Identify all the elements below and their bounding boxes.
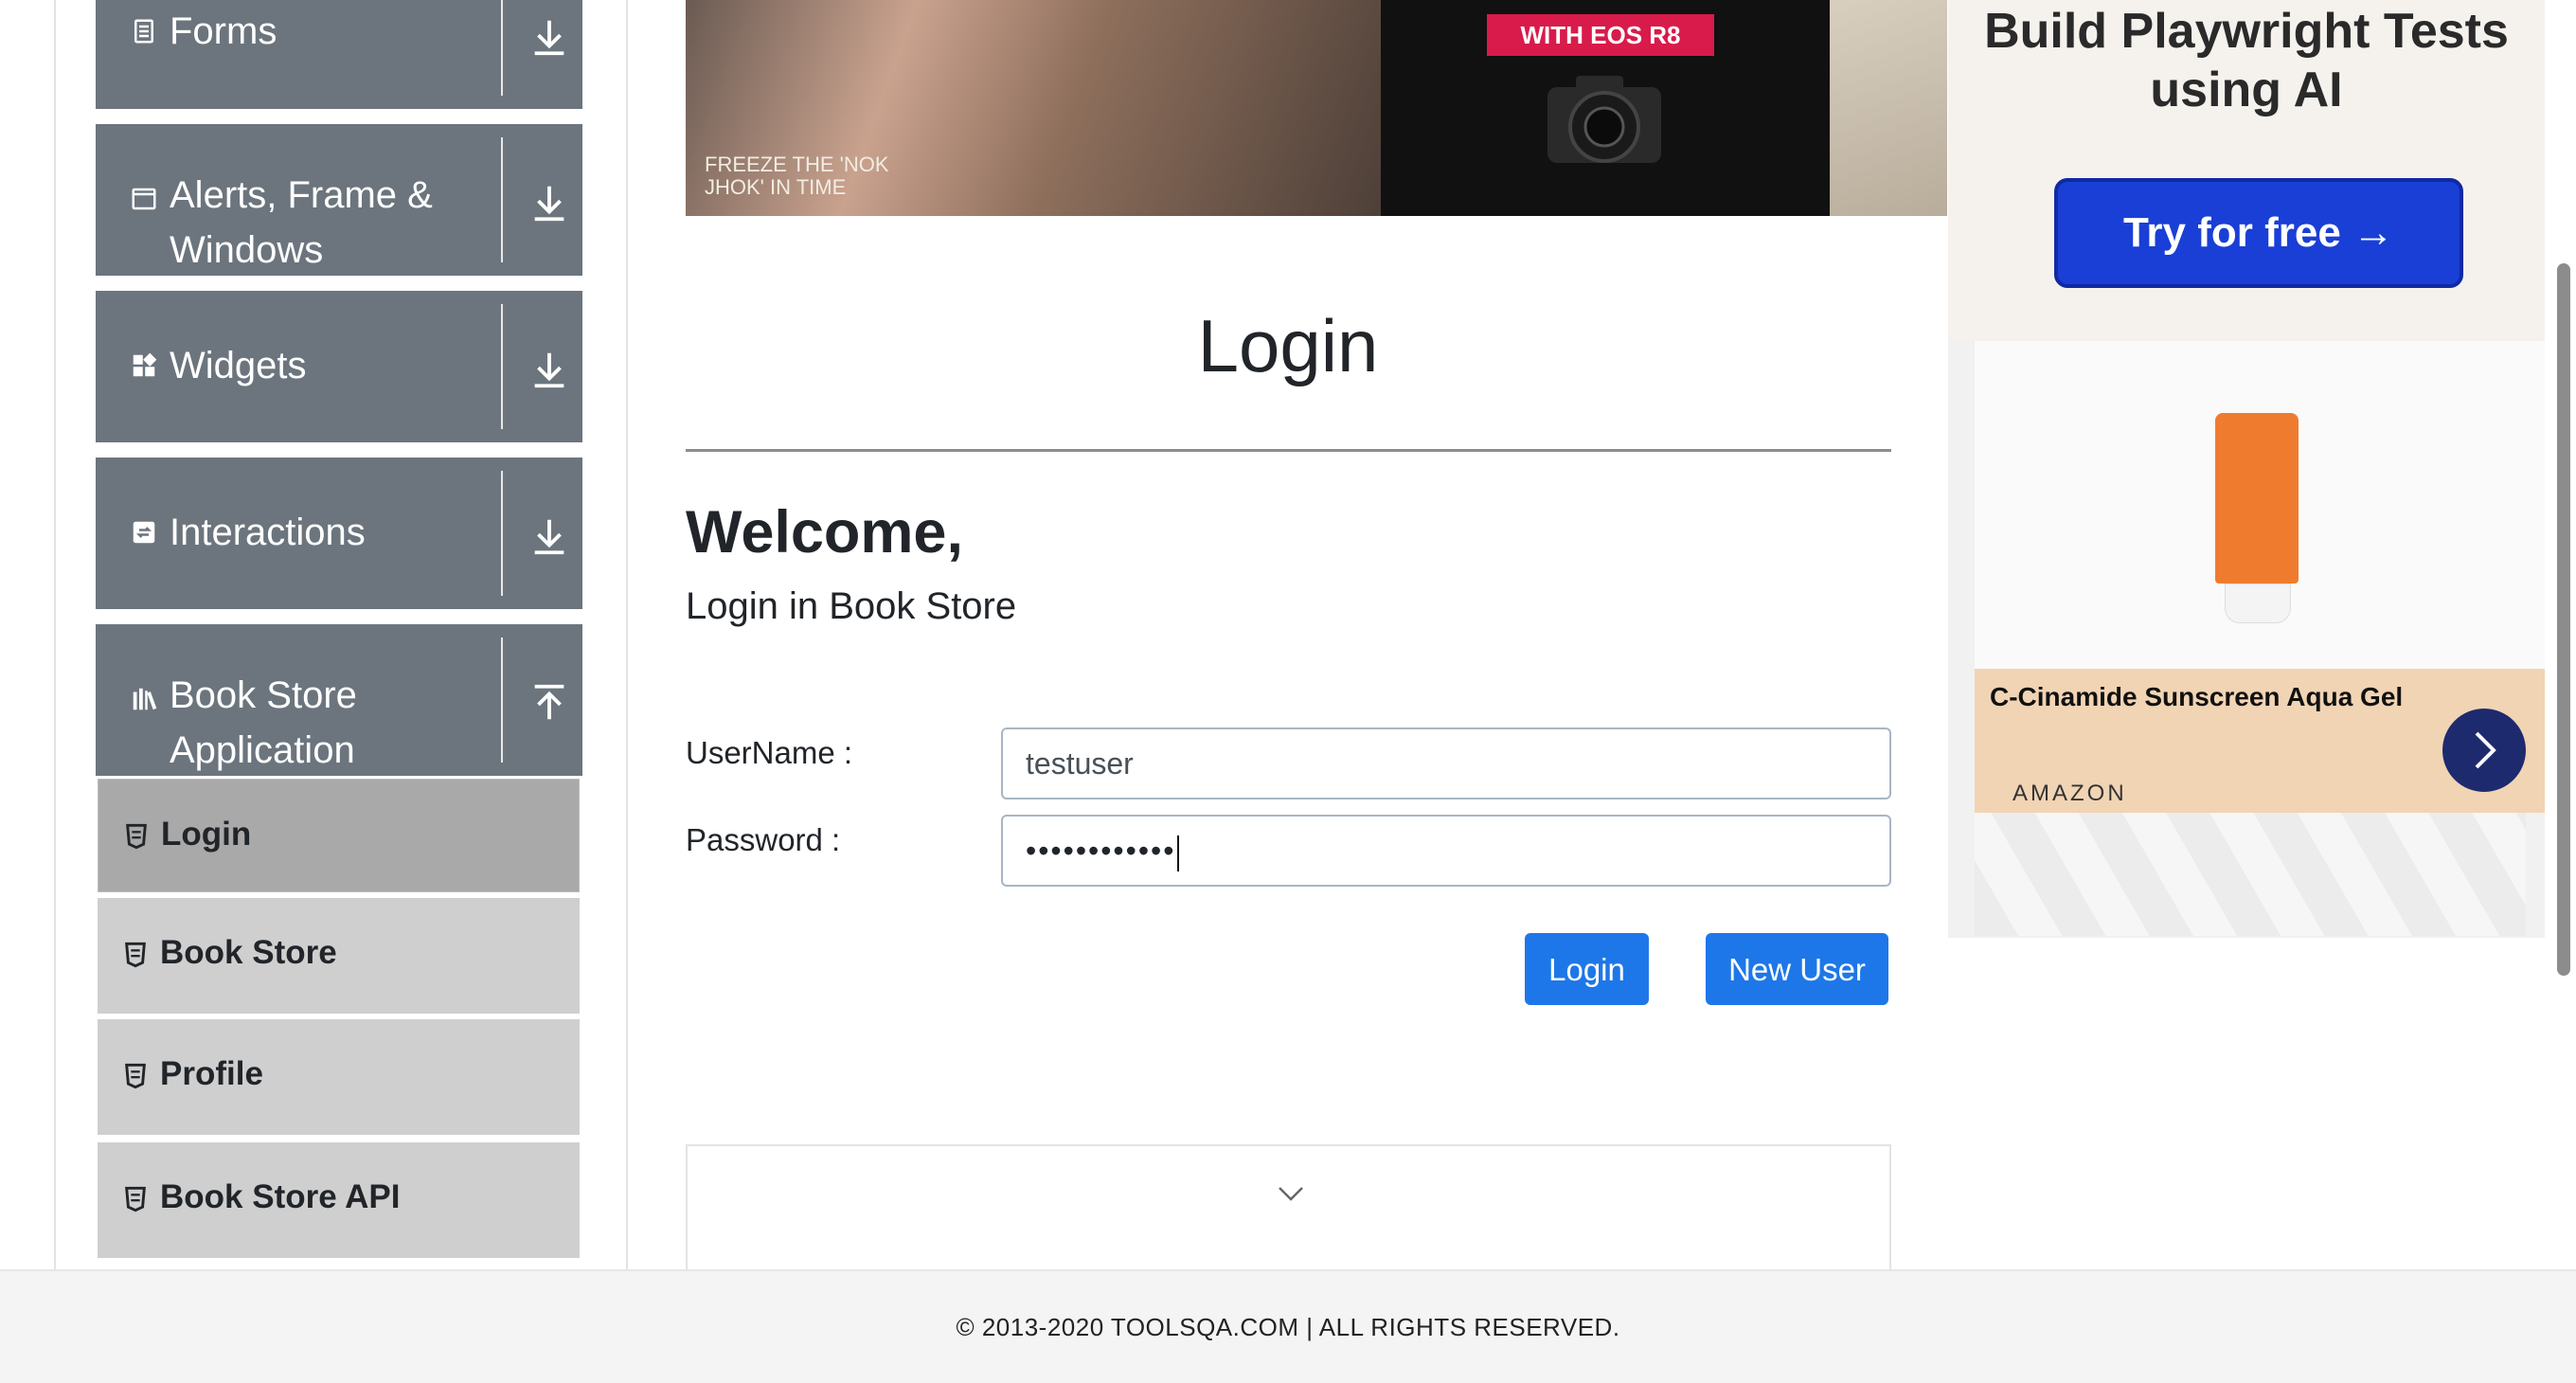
sidebar-left-border — [54, 0, 56, 1269]
username-label: UserName : — [686, 735, 853, 770]
collapsed-panel[interactable] — [686, 1144, 1891, 1277]
sidebar-group-label: Book Store — [170, 674, 357, 716]
upload-arrow-icon[interactable] — [528, 681, 571, 725]
divider — [501, 471, 503, 596]
sidebar-item-label: Profile — [160, 1055, 263, 1092]
html5-icon — [125, 1063, 146, 1089]
sidebar-group-book-store-application[interactable]: Book Store Application — [96, 624, 582, 776]
widgets-icon — [133, 352, 157, 377]
sidebar-right-border — [626, 0, 628, 1269]
sidebar-group-alerts[interactable]: Alerts, Frame & Windows — [96, 124, 582, 276]
html5-icon — [125, 942, 146, 968]
ad-with-text: WITH — [1520, 21, 1583, 49]
try-for-free-button[interactable]: Try for free → — [2054, 178, 2463, 288]
ad-fabric — [1830, 0, 1947, 216]
sidebar-item-label: Login — [161, 816, 252, 853]
divider — [501, 304, 503, 429]
sidebar-item-label: Book Store — [160, 934, 337, 971]
footer-copyright: © 2013-2020 TOOLSQA.COM | ALL RIGHTS RES… — [956, 1313, 1620, 1341]
password-input[interactable]: •••••••••••• — [1001, 815, 1891, 887]
sidebar-group-widgets[interactable]: Widgets — [96, 291, 582, 442]
product-tube-image — [2215, 413, 2299, 584]
text-cursor — [1177, 835, 1180, 871]
ad-camera-model: EOS R8 — [1590, 21, 1681, 49]
sidebar-group-label: Interactions — [170, 512, 366, 553]
sidebar-group-label-line2: Application — [170, 729, 355, 771]
chevron-down-icon[interactable] — [1277, 1184, 1305, 1203]
divider — [501, 137, 503, 262]
download-arrow-icon[interactable] — [528, 181, 571, 225]
sidebar-group-label: Alerts, Frame & — [170, 174, 433, 216]
username-input[interactable] — [1001, 727, 1891, 799]
form-icon — [134, 19, 153, 44]
interactions-icon — [133, 521, 155, 544]
html5-icon — [125, 1186, 146, 1212]
banner-ad[interactable]: FREEZE THE 'NOK JHOK' IN TIME WITH EOS R… — [686, 0, 1947, 216]
sidebar-item-login[interactable]: Login — [98, 779, 580, 892]
ad-pattern — [1975, 813, 2526, 936]
sidebar-group-interactions[interactable]: Interactions — [96, 458, 582, 609]
footer: © 2013-2020 TOOLSQA.COM | ALL RIGHTS RES… — [0, 1269, 2576, 1383]
download-arrow-icon[interactable] — [528, 514, 571, 558]
product-name: C-Cinamide Sunscreen Aqua Gel — [1990, 682, 2404, 711]
ad-product[interactable]: C-Cinamide Sunscreen Aqua Gel AMAZON — [1948, 341, 2545, 938]
camera-icon — [1547, 76, 1661, 163]
title-divider — [686, 449, 1891, 452]
sidebar-item-book-store[interactable]: Book Store — [98, 898, 580, 1014]
ad-playwright[interactable]: Build Playwright Tests using AI Try for … — [1948, 0, 2545, 341]
login-button[interactable]: Login — [1525, 933, 1649, 1005]
next-arrow-button[interactable] — [2442, 709, 2526, 792]
divider — [501, 638, 503, 763]
books-icon — [133, 688, 157, 710]
sidebar-group-forms[interactable]: Forms — [96, 0, 582, 109]
chevron-right-icon — [2475, 731, 2496, 769]
download-arrow-icon[interactable] — [528, 348, 571, 391]
ad-product-info: C-Cinamide Sunscreen Aqua Gel AMAZON — [1975, 669, 2545, 813]
sidebar-item-profile[interactable]: Profile — [98, 1019, 580, 1135]
sidebar-group-label: Forms — [170, 10, 277, 52]
scrollbar-thumb[interactable] — [2557, 263, 2570, 976]
ad-heading: Build Playwright Tests using AI — [1984, 4, 2509, 117]
sidebar-item-label: Book Store API — [160, 1178, 401, 1215]
password-label: Password : — [686, 822, 841, 857]
download-arrow-icon[interactable] — [528, 15, 571, 59]
new-user-button[interactable]: New User — [1706, 933, 1888, 1005]
window-icon — [132, 188, 156, 210]
divider — [501, 0, 503, 96]
product-tube-cap — [2225, 584, 2291, 623]
login-subtitle: Login in Book Store — [686, 585, 1017, 627]
ad-camera-badge: WITH EOS R8 — [1487, 14, 1714, 56]
sidebar-group-label-line2: Windows — [170, 229, 324, 271]
html5-icon — [126, 823, 147, 850]
sidebar-group-label: Widgets — [170, 345, 307, 386]
welcome-heading: Welcome, — [686, 499, 963, 566]
sidebar-item-book-store-api[interactable]: Book Store API — [98, 1142, 580, 1258]
password-value: •••••••••••• — [1026, 834, 1176, 868]
page-title: Login — [1197, 304, 1379, 387]
ad-tagline: FREEZE THE 'NOK JHOK' IN TIME — [705, 153, 889, 199]
product-brand: AMAZON — [2012, 781, 2127, 806]
